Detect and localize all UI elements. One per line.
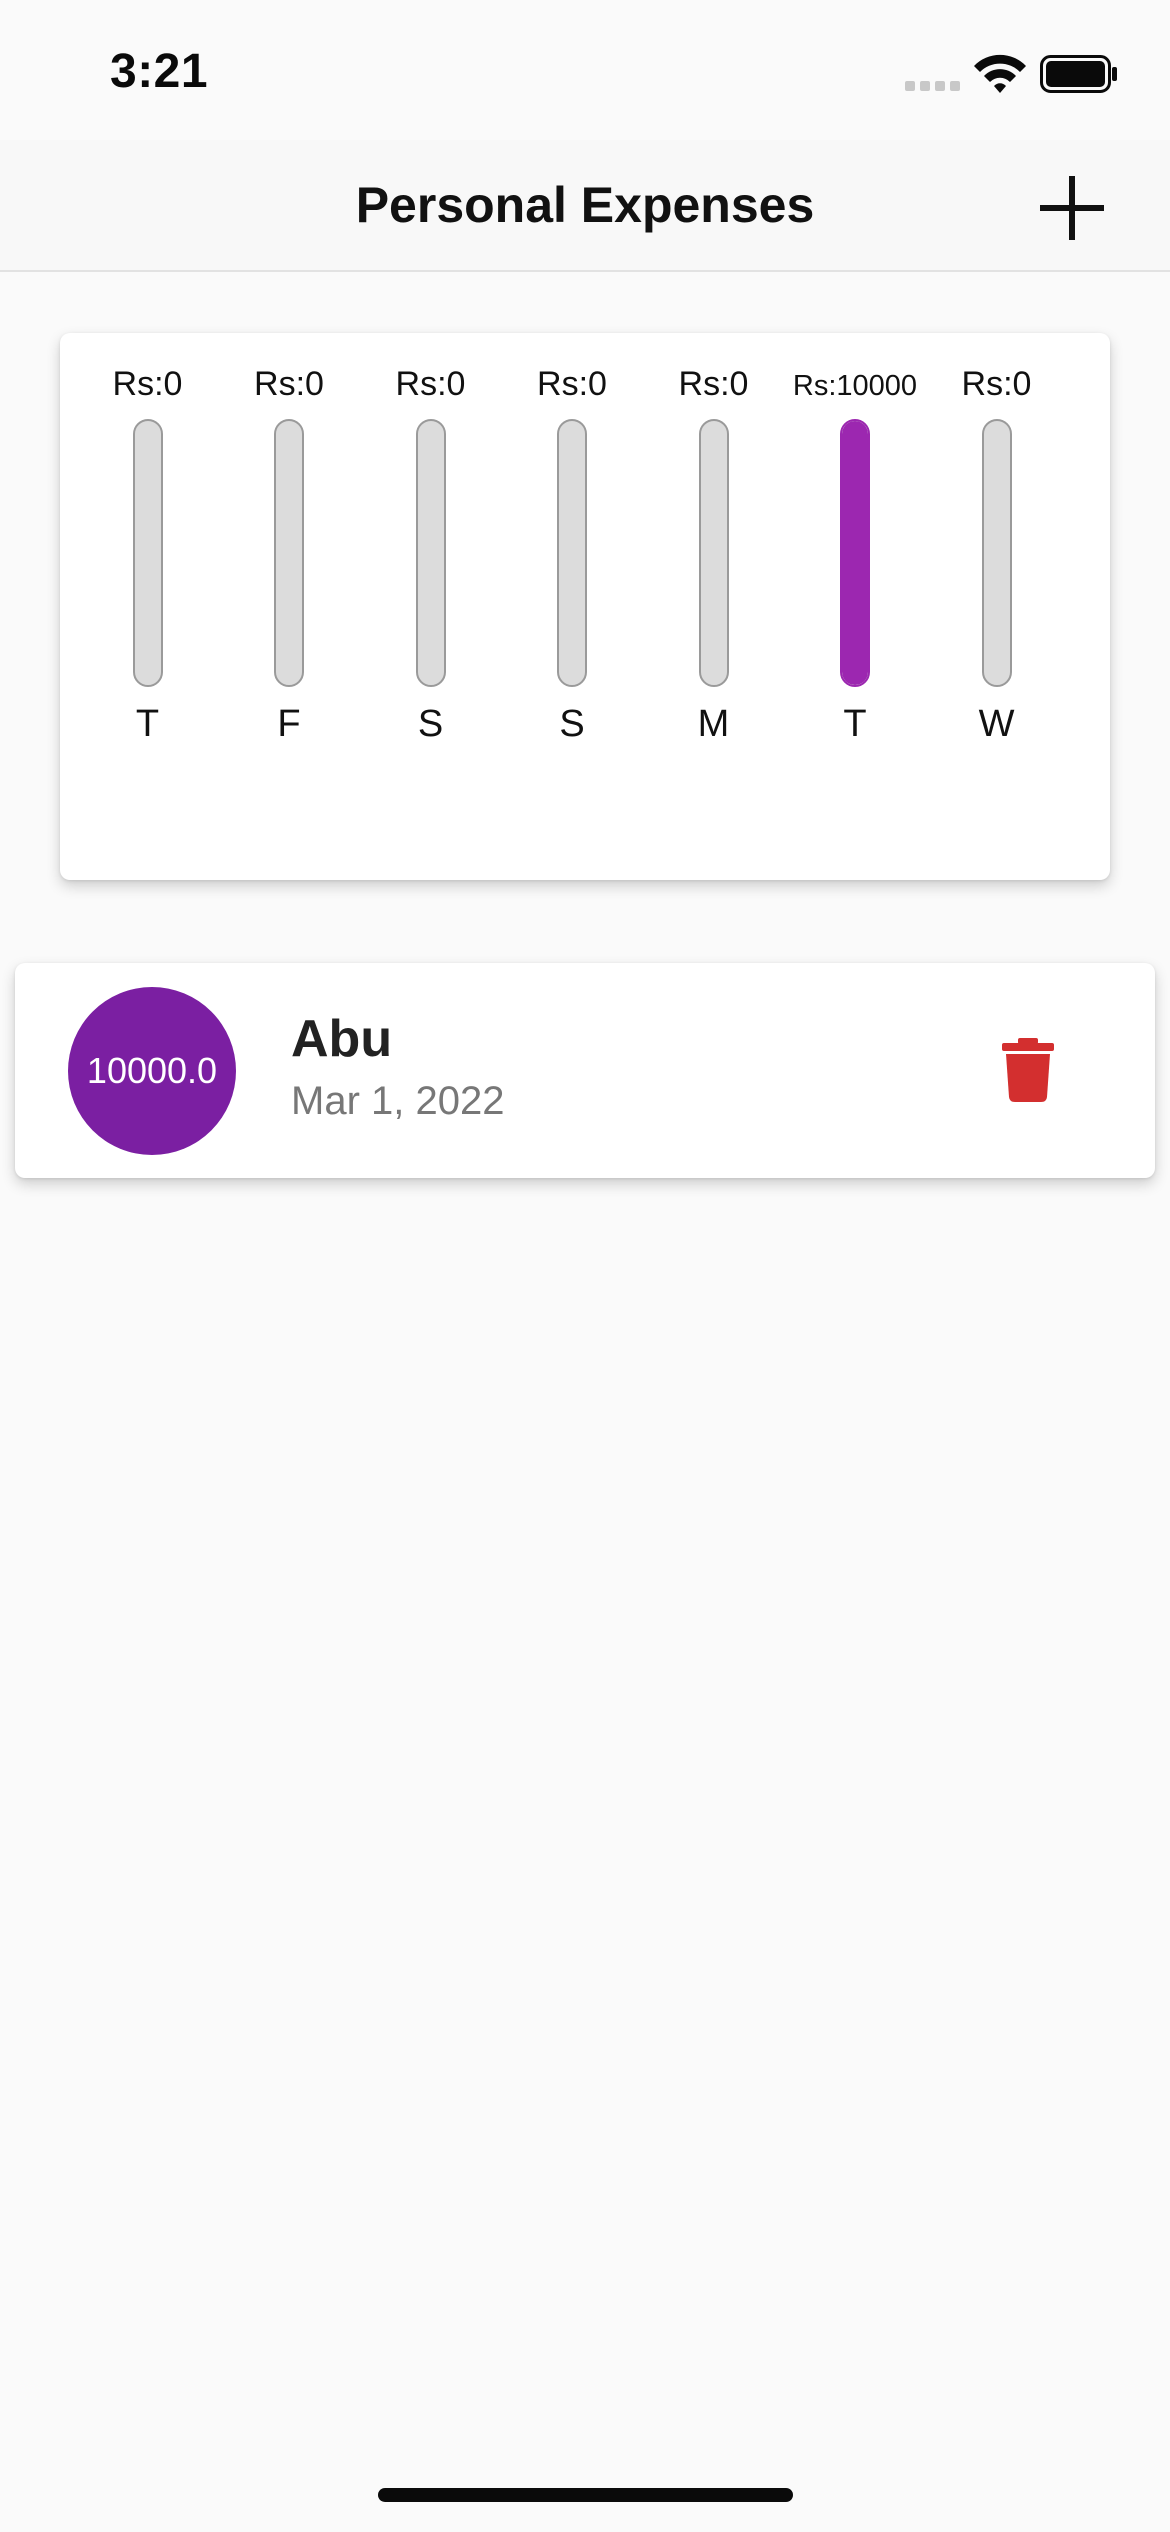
chart-day-column: Rs:0 S xyxy=(502,333,643,880)
chart-bar-track xyxy=(840,419,870,687)
chart-amount-label: Rs:0 xyxy=(395,365,466,403)
app-bar: Personal Expenses xyxy=(0,140,1170,272)
chart-amount-label: Rs:10000 xyxy=(792,370,918,402)
chart-day-column: Rs:10000 T xyxy=(785,333,926,880)
plus-icon xyxy=(1040,176,1104,240)
weekly-chart: Rs:0 T Rs:0 F Rs:0 S Rs:0 S Rs:0 M Rs:10000 T Rs:0 W xyxy=(60,333,1110,880)
cellular-signal-icon xyxy=(905,81,960,91)
chart-amount-label: Rs:0 xyxy=(961,365,1032,403)
status-bar: 3:21 xyxy=(0,0,1170,140)
chart-bar-track xyxy=(274,419,304,687)
chart-bar-fill xyxy=(842,421,868,685)
chart-day-label: T xyxy=(843,703,867,745)
status-time: 3:21 xyxy=(110,45,209,98)
chart-amount-label: Rs:0 xyxy=(537,365,607,403)
chart-amount-label: Rs:0 xyxy=(112,365,183,403)
app-title: Personal Expenses xyxy=(355,177,815,233)
home-indicator xyxy=(378,2488,793,2502)
trash-icon xyxy=(1002,1038,1054,1102)
chart-amount-label: Rs:0 xyxy=(254,365,324,403)
transaction-date: Mar 1, 2022 xyxy=(291,1079,505,1123)
transaction-amount: 10000.0 xyxy=(86,1050,218,1091)
wifi-icon xyxy=(974,54,1026,93)
chart-bar-track xyxy=(557,419,587,687)
chart-bar-track xyxy=(698,419,729,687)
chart-day-label: W xyxy=(978,703,1015,745)
add-transaction-button[interactable] xyxy=(1036,172,1108,244)
chart-bar-track xyxy=(981,419,1012,687)
chart-day-column: Rs:0 T xyxy=(77,333,218,880)
chart-day-label: M xyxy=(697,703,730,745)
chart-amount-label: Rs:0 xyxy=(678,365,749,403)
chart-day-label: F xyxy=(277,703,301,745)
amount-avatar: 10000.0 xyxy=(68,987,236,1155)
delete-transaction-button[interactable] xyxy=(1000,1038,1056,1102)
transaction-card: 10000.0 Abu Mar 1, 2022 xyxy=(15,963,1155,1178)
chart-day-label: T xyxy=(135,703,160,745)
chart-day-label: S xyxy=(559,703,585,745)
chart-day-column: Rs:0 F xyxy=(219,333,360,880)
chart-bar-track xyxy=(415,419,446,687)
chart-bar-track xyxy=(132,419,163,687)
weekly-chart-card: Rs:0 T Rs:0 F Rs:0 S Rs:0 S Rs:0 M Rs:10000 T Rs:0 W xyxy=(60,333,1110,880)
chart-day-column: Rs:0 M xyxy=(643,333,784,880)
chart-day-label: S xyxy=(417,703,444,745)
transaction-title: Abu xyxy=(291,1010,393,1068)
screen: 3:21 Personal Expenses Rs:0 T Rs:0 F Rs:… xyxy=(0,0,1170,2532)
battery-icon xyxy=(1040,55,1117,93)
chart-day-column: Rs:0 S xyxy=(360,333,501,880)
chart-day-column: Rs:0 W xyxy=(926,333,1067,880)
